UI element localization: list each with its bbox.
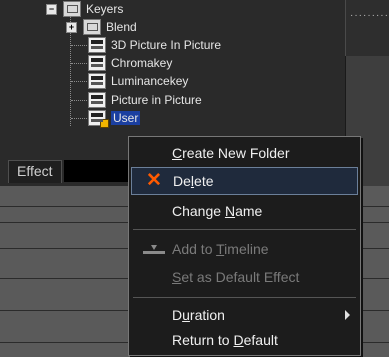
folder-icon (63, 1, 81, 17)
menu-item-delete[interactable]: ✕ Delete (131, 167, 358, 195)
menu-separator (133, 297, 356, 298)
lock-badge-icon (100, 119, 109, 128)
tree-node-blend[interactable]: + Blend (66, 18, 137, 36)
tree-label-selected: User (111, 111, 141, 125)
tree-node-3d-pip[interactable]: 3D Picture In Picture (88, 36, 221, 54)
tree-connector (71, 81, 87, 82)
timeline-ruler: ·········· (345, 0, 389, 56)
tree-node-luminancekey[interactable]: Luminancekey (88, 72, 188, 90)
menu-item-duration[interactable]: Duration (131, 301, 358, 329)
tree-label: Luminancekey (111, 74, 189, 88)
menu-label: Return to Default (172, 332, 278, 348)
menu-item-add-to-timeline[interactable]: Add to Timeline (131, 235, 358, 263)
tree-label: 3D Picture In Picture (111, 38, 222, 52)
menu-item-create-new-folder[interactable]: Create New Folder (131, 139, 358, 167)
menu-label: Delete (173, 173, 214, 189)
tree-node-pip[interactable]: Picture in Picture (88, 91, 202, 109)
tree-label: Chromakey (111, 56, 173, 70)
menu-label: Add to Timeline (172, 241, 269, 257)
add-to-timeline-icon (143, 245, 165, 254)
effect-icon (88, 37, 106, 53)
tree-connector (71, 118, 87, 119)
effect-icon (88, 92, 106, 108)
collapse-icon[interactable]: − (46, 3, 57, 15)
ruler-ticks: ·········· (350, 10, 389, 21)
effect-icon (88, 73, 106, 89)
delete-x-icon: ✕ (146, 170, 162, 191)
context-menu: Create New Folder ✕ Delete Change Name A… (128, 136, 361, 356)
tab-effect[interactable]: Effect (8, 160, 62, 183)
bin-tab-row: Effect (8, 160, 142, 183)
menu-separator (133, 229, 356, 230)
folder-icon (83, 19, 101, 35)
tree-connector (71, 63, 87, 64)
submenu-arrow-icon (345, 310, 350, 320)
menu-label: Duration (172, 307, 225, 323)
user-folder-icon (88, 110, 109, 128)
menu-item-change-name[interactable]: Change Name (131, 197, 358, 225)
tree-label: Keyers (86, 2, 124, 16)
tree-node-user[interactable]: User (88, 109, 141, 128)
menu-item-set-default-effect[interactable]: Set as Default Effect (131, 263, 358, 291)
tree-node-keyers[interactable]: − Keyers (46, 0, 123, 18)
menu-item-return-to-default[interactable]: Return to Default (131, 326, 358, 354)
menu-label: Change Name (172, 203, 263, 219)
tree-label: Picture in Picture (111, 93, 202, 107)
tree-node-chromakey[interactable]: Chromakey (88, 54, 172, 72)
expand-icon[interactable]: + (66, 21, 77, 33)
tree-connector (71, 45, 87, 46)
effect-icon (88, 55, 106, 71)
tree-connector (71, 100, 87, 101)
tree-label: Blend (106, 20, 137, 34)
menu-label-rest: reate New Folder (182, 145, 290, 161)
menu-label: Set as Default Effect (172, 269, 300, 285)
menu-label: Create New Folder (172, 145, 290, 161)
